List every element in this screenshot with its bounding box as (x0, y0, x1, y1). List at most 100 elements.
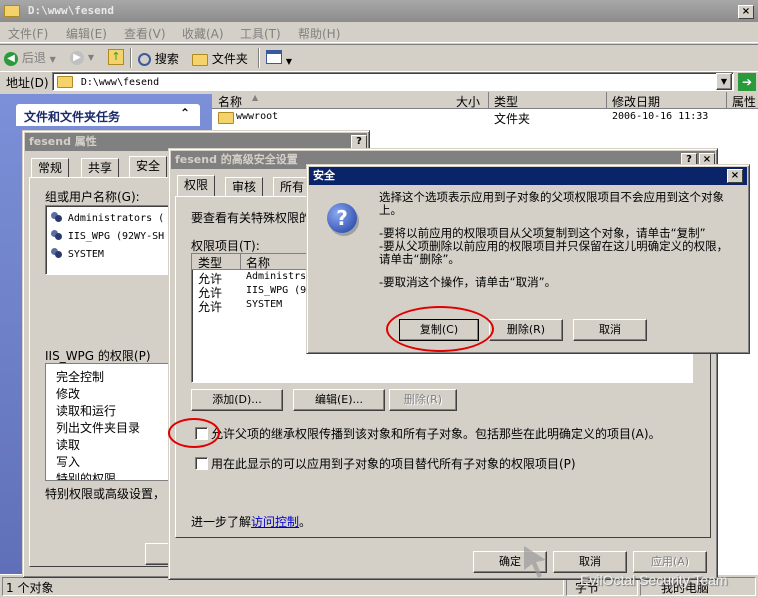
go-button[interactable]: ➔ (738, 73, 756, 91)
message-line-1: 选择这个选项表示应用到子对象的父项权限项目不会应用到这个对象上。 (379, 190, 724, 217)
entries-header: 类型 名称 (192, 254, 312, 270)
folders-button[interactable]: 文件夹 (192, 50, 248, 67)
list-item[interactable]: SYSTEM (50, 246, 104, 260)
menu-tools[interactable]: 工具(T) (240, 25, 281, 42)
logo-icon (524, 546, 546, 578)
table-row[interactable]: 允许 SYSTEM (198, 298, 318, 314)
tab-auditing[interactable]: 审核 (225, 177, 264, 197)
list-item[interactable]: Administrators ( (50, 210, 164, 224)
inherit-label[interactable]: 允许父项的继承权限传播到该对象和所有子对象。包括那些在此明确定义的项目(A)。 (211, 425, 661, 442)
column-name[interactable]: 名称 (218, 93, 242, 110)
window-title: D:\www\fesend (27, 4, 114, 17)
column-type[interactable]: 类型 (494, 93, 518, 110)
tab-sharing[interactable]: 共享 (81, 158, 120, 178)
close-icon[interactable]: × (727, 169, 743, 183)
remove-confirm-button[interactable]: 删除(R) (489, 319, 563, 341)
column-name[interactable]: 名称 (246, 254, 270, 271)
cancel-confirm-button[interactable]: 取消 (573, 319, 647, 341)
row-name: wwwroot (236, 111, 279, 122)
list-item[interactable]: IIS_WPG (92WY-SH (50, 228, 164, 242)
menu-bar: 文件(F) 编辑(E) 查看(V) 收藏(A) 工具(T) 帮助(H) (0, 22, 758, 43)
apply-button[interactable]: 应用(A) (633, 551, 707, 573)
perm-item: 读取 (56, 438, 81, 452)
search-icon (138, 53, 151, 66)
permissions-label: IIS_WPG 的权限(P) (45, 349, 151, 363)
status-count: 1 个对象 (6, 581, 54, 595)
task-pane-title: 文件和文件夹任务 (24, 110, 121, 124)
column-size[interactable]: 大小 (456, 93, 480, 110)
perm-item: 完全控制 (56, 370, 105, 384)
address-dropdown-button[interactable]: ▼ (716, 73, 732, 90)
remove-button[interactable]: 删除(R) (389, 389, 457, 411)
table-row[interactable]: 允许 IIS_WPG (9 (198, 284, 318, 300)
column-attr[interactable]: 属性 (732, 93, 756, 110)
forward-arrow-icon: ▶ (70, 51, 84, 65)
up-folder-button[interactable]: ↑ (108, 49, 124, 65)
address-bar: 地址(D) D:\www\fesend ▼ ➔ (0, 71, 758, 93)
perm-item: 写入 (56, 455, 81, 469)
column-type[interactable]: 类型 (198, 254, 222, 271)
menu-favorites[interactable]: 收藏(A) (182, 25, 224, 42)
row-date: 2006-10-16 11:33 (612, 111, 709, 122)
message-line-4: -要取消这个操作，请单击“取消”。 (379, 275, 557, 289)
chevron-down-icon: ▼ (285, 57, 292, 66)
folder-icon (218, 112, 234, 124)
tab-security[interactable]: 安全 (129, 156, 168, 178)
chevron-down-icon: ▼ (87, 53, 94, 62)
collapse-icon[interactable]: ⌃ (180, 106, 190, 120)
perm-item: 修改 (56, 387, 81, 401)
security-dialog: 安全 × ? 选择这个选项表示应用到子对象的父项权限项目不会应用到这个对象上。 … (306, 164, 750, 354)
watermark-text: EvilOctal Security Team (580, 572, 728, 588)
file-list-header: 名称 ▲ 大小 类型 修改日期 属性 (212, 92, 758, 109)
perm-item: 读取和运行 (56, 404, 117, 418)
users-icon (50, 211, 64, 224)
views-button[interactable]: ▼ (266, 50, 292, 67)
intro-text: 要查看有关特殊权限的 (191, 211, 312, 225)
column-date[interactable]: 修改日期 (612, 93, 660, 110)
perm-item: 特别的权限 (56, 472, 117, 481)
table-row[interactable]: wwwroot 文件夹 2006-10-16 11:33 (216, 110, 756, 126)
menu-help[interactable]: 帮助(H) (298, 25, 340, 42)
learn-more: 进一步了解访问控制。 (191, 515, 312, 529)
close-icon[interactable]: × (738, 5, 754, 19)
tab-permissions[interactable]: 权限 (177, 175, 216, 197)
users-icon (50, 229, 64, 242)
entries-label: 权限项目(T): (191, 239, 260, 253)
search-button[interactable]: 搜索 (138, 50, 179, 67)
edit-button[interactable]: 编辑(E)... (293, 389, 385, 411)
back-button[interactable]: ◀ 后退 ▼ (4, 49, 56, 67)
security-titlebar: 安全 (309, 167, 747, 185)
toolbar: ◀ 后退 ▼ ▶ ▼ ↑ 搜索 文件夹 ▼ (0, 44, 758, 72)
add-button[interactable]: 添加(D)... (191, 389, 283, 411)
cancel-button[interactable]: 取消 (553, 551, 627, 573)
back-arrow-icon: ◀ (4, 51, 18, 66)
group-label: 组或用户名称(G): (45, 190, 140, 204)
address-label: 地址(D) (6, 76, 49, 90)
explorer-titlebar: D:\www\fesend (0, 0, 758, 22)
tab-general[interactable]: 常规 (31, 158, 70, 178)
special-permissions-text: 特别权限或高级设置， (45, 487, 166, 501)
users-icon (50, 247, 64, 260)
folder-icon (192, 53, 208, 66)
question-icon: ? (327, 203, 357, 233)
address-input[interactable]: D:\www\fesend (52, 72, 734, 91)
permissions-list: 完全控制 修改 读取和运行 列出文件夹目录 读取 写入 特别的权限 (45, 363, 171, 481)
message-line-3: -要从父项删除以前应用的权限项目并只保留在这儿明确定义的权限，请单击“删除”。 (379, 239, 729, 266)
menu-file[interactable]: 文件(F) (8, 25, 48, 42)
task-pane-header[interactable]: 文件和文件夹任务 ⌃ (16, 104, 200, 126)
access-control-link[interactable]: 访问控制 (251, 515, 299, 529)
perm-item: 列出文件夹目录 (56, 421, 141, 435)
highlight-checkbox (168, 418, 220, 448)
menu-view[interactable]: 查看(V) (124, 25, 166, 42)
row-type: 文件夹 (494, 112, 531, 126)
highlight-copy-button (386, 306, 494, 352)
views-icon (266, 50, 282, 64)
help-icon[interactable]: ? (351, 135, 367, 149)
forward-button[interactable]: ▶ ▼ (70, 49, 94, 65)
replace-checkbox[interactable] (195, 457, 208, 470)
menu-edit[interactable]: 编辑(E) (66, 25, 107, 42)
table-row[interactable]: 允许 Administrs (198, 270, 318, 286)
folder-icon (57, 75, 73, 88)
sort-arrow-icon: ▲ (252, 93, 259, 102)
replace-label[interactable]: 用在此显示的可以应用到子对象的项目替代所有子对象的权限项目(P) (211, 455, 576, 472)
